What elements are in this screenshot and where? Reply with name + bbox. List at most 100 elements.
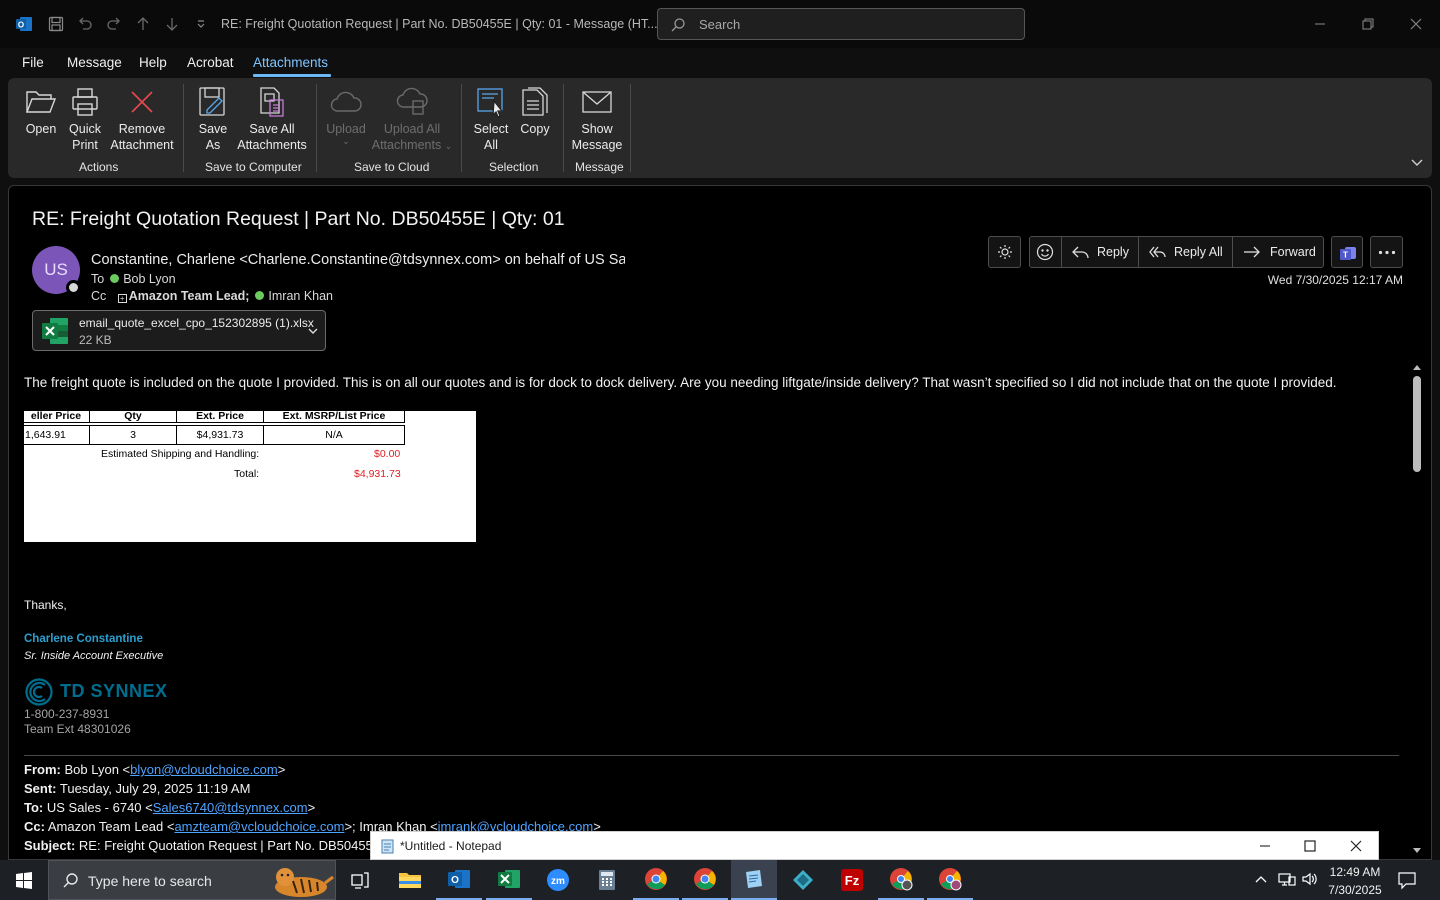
ribbon-collapse-icon[interactable] [1410, 157, 1424, 169]
scrollbar-thumb[interactable] [1413, 376, 1421, 472]
tab-message[interactable]: Message [67, 55, 122, 70]
calculator-taskbar-button[interactable] [584, 860, 630, 900]
tab-file[interactable]: File [22, 55, 44, 70]
signature-name: Charlene Constantine [24, 633, 143, 645]
total-label: Total: [234, 468, 260, 480]
ribbon-separator [461, 84, 462, 172]
chrome-icon [644, 867, 668, 891]
customize-toolbar-icon[interactable] [191, 14, 211, 34]
open-label: Open [25, 122, 57, 136]
chrome-taskbar-button[interactable] [633, 860, 679, 900]
quote-cell: $4,931.73 [176, 425, 264, 445]
show-message-label-2: Message [571, 138, 623, 152]
previous-item-icon[interactable] [133, 14, 153, 34]
action-divider [1138, 237, 1139, 267]
next-item-icon[interactable] [162, 14, 182, 34]
upload-button[interactable]: Upload ⌄ [324, 86, 368, 146]
reply-all-button[interactable]: Reply All [1149, 236, 1223, 268]
emoji-button[interactable] [1036, 236, 1054, 268]
app-taskbar-button[interactable] [780, 860, 826, 900]
copy-button[interactable]: Copy [516, 86, 554, 137]
presence-available-icon [255, 291, 265, 300]
shipping-label: Estimated Shipping and Handling: [101, 448, 260, 460]
chrome-profile-icon [938, 867, 962, 891]
sent-value: Tuesday, July 29, 2025 11:19 AM [59, 781, 251, 796]
undo-icon[interactable] [75, 14, 95, 34]
from-end: > [277, 762, 286, 777]
save-as-button[interactable]: Save As [194, 86, 232, 153]
restore-button[interactable] [1353, 10, 1383, 38]
upload-dropdown-icon: ⌄ [342, 136, 350, 146]
cc-recipient[interactable]: Imran Khan [268, 289, 333, 303]
minimize-button[interactable] [1305, 10, 1335, 38]
notifications-icon[interactable] [1397, 870, 1417, 890]
save-icon[interactable] [46, 14, 66, 34]
cc-group[interactable]: Amazon Team Lead; [129, 289, 250, 303]
taskbar-clock[interactable]: 12:49 AM 7/30/2025 [1326, 863, 1384, 899]
scroll-up-icon[interactable] [1412, 363, 1422, 371]
sender-line[interactable]: Constantine, Charlene <Charlene.Constant… [91, 252, 625, 268]
forward-button[interactable]: Forward [1243, 236, 1316, 268]
select-all-button[interactable]: Select All [470, 86, 512, 153]
ribbon-separator [563, 84, 564, 172]
to-email-link[interactable]: Sales6740@tdsynnex.com [153, 800, 308, 815]
ribbon-separator [316, 84, 317, 172]
taskbar-search-box[interactable]: Type here to search [48, 860, 336, 900]
from-email-link[interactable]: blyon@vcloudchoice.com [130, 762, 278, 777]
quick-print-button[interactable]: Quick Print [64, 86, 106, 153]
more-actions-button[interactable] [1370, 236, 1403, 268]
task-view-button[interactable] [337, 860, 383, 900]
to-label-quoted: To: [24, 800, 44, 815]
attachment-card[interactable]: email_quote_excel_cpo_152302895 (1).xlsx… [32, 310, 326, 351]
chevron-down-icon[interactable] [307, 326, 319, 336]
notepad-close-button[interactable] [1350, 840, 1362, 852]
more-icon [1378, 250, 1396, 255]
outlook-icon: O [447, 868, 471, 890]
remove-attachment-button[interactable]: Remove Attachment [108, 86, 176, 153]
chrome-profile-taskbar-button[interactable] [878, 860, 924, 900]
cc-email-link[interactable]: amzteam@vcloudchoice.com [174, 819, 344, 834]
scroll-down-icon[interactable] [1412, 847, 1422, 855]
chrome-taskbar-button-2[interactable] [682, 860, 728, 900]
expand-group-icon[interactable]: + [117, 294, 127, 303]
presence-available-icon [110, 274, 120, 283]
upload-all-attachments-button[interactable]: Upload All Attachments ⌄ [370, 86, 454, 154]
volume-icon[interactable] [1301, 871, 1319, 887]
save-all-label-2: Attachments [237, 138, 307, 152]
sun-icon [997, 244, 1013, 260]
chrome-profile-taskbar-button-2[interactable] [927, 860, 973, 900]
svg-text:zm: zm [551, 876, 565, 887]
show-hidden-icons-icon[interactable] [1254, 873, 1268, 885]
td-synnex-logo-text: TD SYNNEX [60, 681, 168, 701]
zoom-taskbar-button[interactable]: zm [535, 860, 581, 900]
save-all-attachments-button[interactable]: Save All Attachments [236, 86, 308, 153]
redo-icon[interactable] [104, 14, 124, 34]
tab-help[interactable]: Help [139, 55, 167, 70]
notepad-taskbar-button[interactable] [731, 860, 777, 900]
tab-acrobat[interactable]: Acrobat [187, 55, 234, 70]
teams-button[interactable]: T [1331, 236, 1363, 268]
search-box[interactable]: Search [657, 8, 1025, 40]
tab-attachments[interactable]: Attachments [253, 55, 328, 70]
open-button[interactable]: Open [22, 86, 60, 137]
show-message-button[interactable]: Show Message [570, 86, 624, 153]
excel-taskbar-button[interactable] [486, 860, 532, 900]
quote-header-cell: Ext. Price [176, 411, 264, 423]
start-button[interactable] [0, 860, 48, 900]
theme-toggle-button[interactable] [988, 236, 1021, 268]
close-button[interactable] [1401, 10, 1431, 38]
message-body-text: The freight quote is included on the quo… [24, 375, 1337, 390]
subject-value-quoted: RE: Freight Quotation Request | Part No.… [78, 838, 382, 853]
to-recipient[interactable]: Bob Lyon [123, 272, 175, 286]
reply-button[interactable]: Reply [1072, 236, 1129, 268]
group-label-save-to-cloud: Save to Cloud [354, 160, 430, 174]
notepad-maximize-button[interactable] [1304, 840, 1316, 852]
file-explorer-taskbar-button[interactable] [387, 860, 433, 900]
subject-label-quoted: Subject: [24, 838, 76, 853]
notepad-window[interactable]: *Untitled - Notepad [370, 831, 1379, 860]
diamond-app-icon [791, 868, 815, 892]
network-icon[interactable] [1278, 871, 1296, 887]
outlook-taskbar-button[interactable]: O [436, 860, 482, 900]
notepad-minimize-button[interactable] [1259, 840, 1271, 852]
filezilla-taskbar-button[interactable]: Fz [829, 860, 875, 900]
